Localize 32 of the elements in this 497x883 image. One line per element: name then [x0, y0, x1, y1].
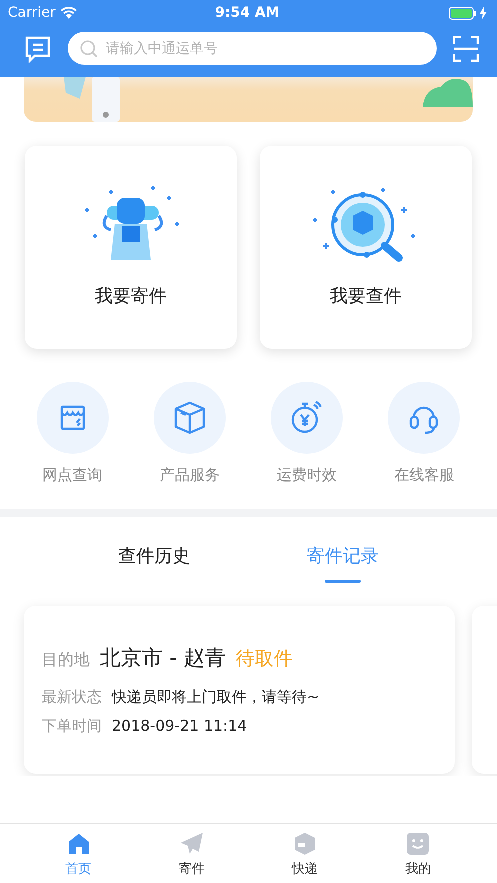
- box-icon: [172, 400, 207, 436]
- status-time: 9:54 AM: [215, 5, 280, 21]
- hedge-icon: [423, 77, 473, 107]
- parcel-icon: [293, 832, 318, 856]
- paper-plane-icon: [180, 832, 204, 856]
- action-card[interactable]: 我要寄件: [25, 146, 237, 349]
- record-card[interactable]: 目的地 北京市 - 赵青 待取件 最新状态 快递员即将上门取件，请等待~ 下单时间 2018-09-21 11:14: [24, 606, 455, 774]
- state-label: 最新状态: [42, 688, 102, 707]
- tab-underline: [324, 580, 361, 583]
- state-value: 快递员即将上门取件，请等待~: [112, 688, 320, 707]
- time-label: 下单时间: [42, 717, 102, 736]
- tab[interactable]: 查件历史: [118, 539, 190, 583]
- time-value: 2018-09-21 11:14: [112, 717, 248, 735]
- smiley-icon: [406, 832, 430, 856]
- message-icon[interactable]: [24, 34, 52, 62]
- search-field[interactable]: 请输入中通运单号: [104, 40, 425, 58]
- action-card[interactable]: 我要查件: [260, 146, 472, 349]
- nav-tab[interactable]: 寄件: [162, 832, 222, 883]
- destination-value: 北京市 - 赵青: [100, 645, 226, 672]
- search-bar[interactable]: 请输入中通运单号: [68, 32, 437, 65]
- battery-icon: [449, 6, 477, 20]
- banner-illustration[interactable]: [24, 77, 473, 122]
- nav-tab[interactable]: 我的: [388, 832, 448, 883]
- charging-bolt-icon: [480, 6, 487, 20]
- nav-tab[interactable]: 快递: [275, 832, 336, 883]
- search-icon: [80, 40, 98, 58]
- wifi-icon: [60, 7, 77, 19]
- status-tag: 待取件: [236, 646, 293, 672]
- carrier-label: Carrier: [8, 5, 56, 21]
- destination-label: 目的地: [42, 650, 90, 671]
- home-icon: [66, 832, 91, 856]
- scan-icon[interactable]: [453, 36, 479, 62]
